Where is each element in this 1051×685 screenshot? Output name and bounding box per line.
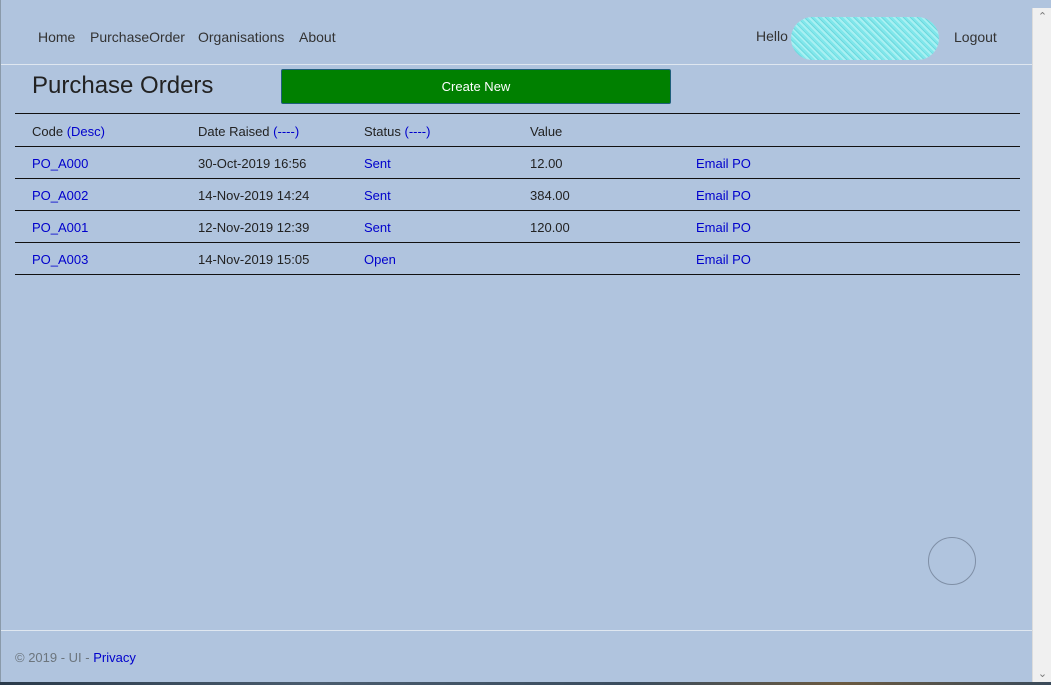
logout-link[interactable]: Logout [954, 29, 997, 45]
table-row: PO_A003 14-Nov-2019 15:05 Open Email PO [15, 243, 1020, 275]
status-link[interactable]: Sent [364, 220, 391, 235]
status-link[interactable]: Sent [364, 188, 391, 203]
po-code-link[interactable]: PO_A001 [32, 220, 88, 235]
email-po-link[interactable]: Email PO [696, 252, 751, 267]
sort-date-link[interactable]: (----) [273, 124, 299, 139]
table-header-row: Code (Desc) Date Raised (----) Status (-… [15, 113, 1020, 147]
email-po-link[interactable]: Email PO [696, 156, 751, 171]
redacted-username [791, 17, 939, 60]
create-new-button[interactable]: Create New [281, 69, 671, 104]
hello-text: Hello [756, 28, 788, 44]
po-value: 384.00 [530, 188, 570, 203]
header-code-label: Code [32, 124, 64, 139]
purchase-orders-table: Code (Desc) Date Raised (----) Status (-… [15, 113, 1020, 275]
header-value: Value [530, 124, 563, 139]
status-link[interactable]: Open [364, 252, 396, 267]
copyright-text: © 2019 - UI - [15, 650, 90, 665]
privacy-link[interactable]: Privacy [93, 650, 136, 665]
date-raised: 14-Nov-2019 15:05 [198, 252, 310, 267]
po-code-link[interactable]: PO_A002 [32, 188, 88, 203]
cursor-circle [928, 537, 976, 585]
po-code-link[interactable]: PO_A000 [32, 156, 88, 171]
sort-status-link[interactable]: (----) [404, 124, 430, 139]
header-status-label: Status [364, 124, 401, 139]
email-po-link[interactable]: Email PO [696, 188, 751, 203]
table-row: PO_A000 30-Oct-2019 16:56 Sent 12.00 Ema… [15, 147, 1020, 179]
nav-home[interactable]: Home [38, 29, 75, 45]
table-row: PO_A002 14-Nov-2019 14:24 Sent 384.00 Em… [15, 179, 1020, 211]
date-raised: 12-Nov-2019 12:39 [198, 220, 310, 235]
app-window: Home PurchaseOrder Organisations About H… [0, 0, 1051, 682]
vertical-scrollbar[interactable]: ⌃ ⌄ [1032, 8, 1051, 682]
header-date: Date Raised (----) [198, 124, 299, 139]
navbar: Home PurchaseOrder Organisations About H… [1, 8, 1032, 65]
email-po-link[interactable]: Email PO [696, 220, 751, 235]
nav-organisations[interactable]: Organisations [198, 29, 284, 45]
header-code: Code (Desc) [32, 124, 105, 139]
nav-about[interactable]: About [299, 29, 336, 45]
po-value: 12.00 [530, 156, 563, 171]
chevron-down-icon[interactable]: ⌄ [1033, 665, 1051, 682]
header-status: Status (----) [364, 124, 430, 139]
header-date-label: Date Raised [198, 124, 270, 139]
date-raised: 14-Nov-2019 14:24 [198, 188, 310, 203]
chevron-up-icon[interactable]: ⌃ [1033, 8, 1051, 25]
nav-purchaseorder[interactable]: PurchaseOrder [90, 29, 185, 45]
footer-divider [1, 630, 1032, 631]
page-title: Purchase Orders [32, 72, 214, 99]
footer: © 2019 - UI - Privacy [15, 650, 136, 665]
date-raised: 30-Oct-2019 16:56 [198, 156, 307, 171]
po-code-link[interactable]: PO_A003 [32, 252, 88, 267]
table-row: PO_A001 12-Nov-2019 12:39 Sent 120.00 Em… [15, 211, 1020, 243]
scrollbar-thumb[interactable] [1037, 26, 1047, 666]
sort-code-link[interactable]: (Desc) [67, 124, 105, 139]
status-link[interactable]: Sent [364, 156, 391, 171]
po-value: 120.00 [530, 220, 570, 235]
